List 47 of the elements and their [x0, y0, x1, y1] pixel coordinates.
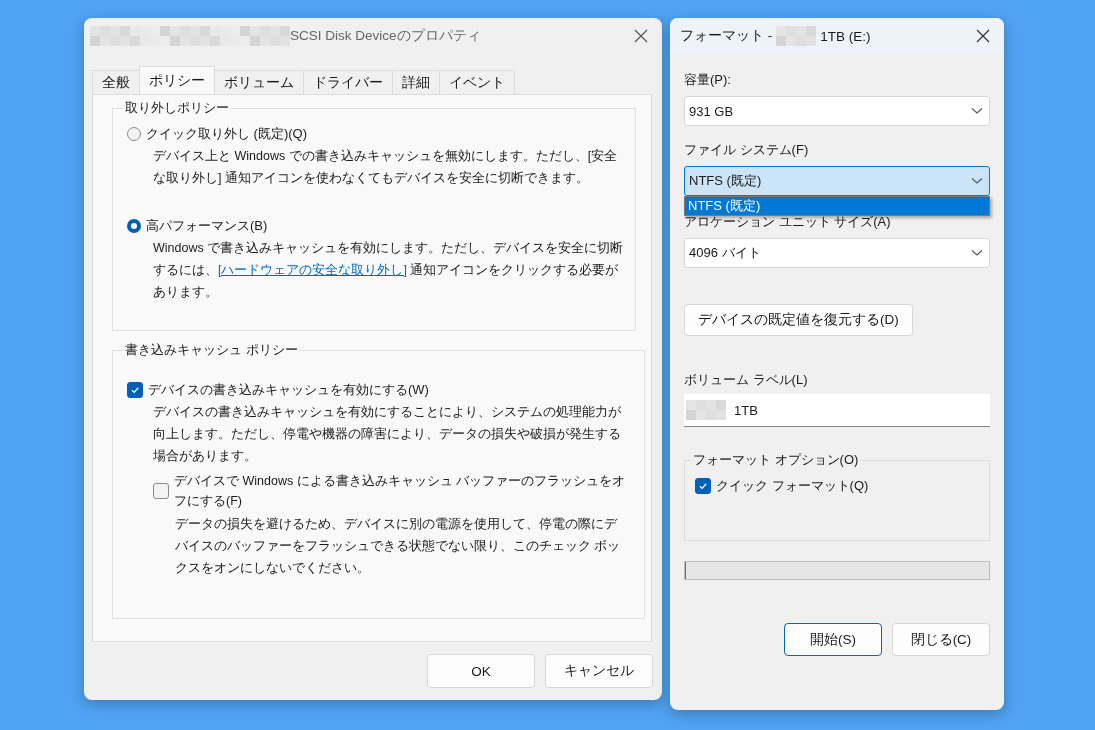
input-field[interactable]: 1TB — [684, 394, 990, 427]
radio-button[interactable] — [127, 219, 141, 233]
window-title: フォーマット - — [680, 27, 773, 45]
check-icon — [130, 385, 140, 395]
tab[interactable]: 全般 — [92, 70, 140, 94]
field-label: アロケーション ユニット サイズ(A) — [684, 213, 892, 231]
checkbox[interactable] — [127, 382, 143, 398]
field-label: ボリューム ラベル(L) — [684, 371, 809, 389]
restore-defaults-button[interactable]: デバイスの既定値を復元する(D) — [684, 304, 913, 336]
dialog-button[interactable]: 開始(S) — [784, 623, 882, 656]
dropdown[interactable]: NTFS (既定) — [684, 166, 990, 196]
dropdown-option[interactable]: NTFS (既定) — [685, 197, 989, 215]
window-title: SCSI Disk Deviceのプロパティ — [290, 27, 481, 45]
tab[interactable]: イベント — [439, 70, 515, 94]
group-legend: 書き込みキャッシュ ポリシー — [123, 341, 300, 359]
dropdown[interactable]: 4096 バイト — [684, 238, 990, 268]
radio-label: 高パフォーマンス(B) — [146, 217, 268, 235]
group-legend: フォーマット オプション(O) — [691, 451, 861, 469]
checkbox-label: クイック フォーマット(Q) — [716, 477, 869, 495]
description-text: Windows で書き込みキャッシュを有効にします。ただし、デバイスを安全に切断するには、[ハードウェアの安全な取り外し] 通知アイコンをクリックする必要があります。 — [153, 240, 625, 301]
radio-label: クイック取り外し (既定)(Q) — [146, 125, 308, 143]
chevron-down-icon — [971, 107, 983, 115]
radio-button[interactable] — [127, 127, 141, 141]
checkbox[interactable] — [695, 478, 711, 494]
pixelated-block — [776, 26, 817, 46]
link[interactable]: [ハードウェアの安全な取り外し] — [218, 263, 407, 277]
checkbox-label: デバイスの書き込みキャッシュを有効にする(W) — [148, 381, 429, 399]
group-legend: 取り外しポリシー — [123, 99, 231, 117]
check-icon — [698, 481, 708, 491]
description-text: データの損失を避けるため、デバイスに別の電源を使用して、停電の際にデバイスのバッファーをフラッシュできる状態でない限り、このチェック ボックスをオンにしないでください。 — [175, 516, 622, 577]
chevron-down-icon — [971, 177, 983, 185]
dropdown[interactable]: 931 GB — [684, 96, 990, 126]
pixelated-block — [686, 400, 726, 420]
chevron-down-icon — [971, 249, 983, 257]
description-text: デバイスの書き込みキャッシュを有効にすることにより、システムの処理能力が向上します。ただし、停電や機器の障害により、データの損失や破損が発生する場合があります。 — [153, 404, 622, 465]
dialog-button[interactable]: 閉じる(C) — [892, 623, 990, 656]
dialog-button[interactable]: キャンセル — [545, 654, 653, 688]
field-label: ファイル システム(F) — [684, 141, 810, 159]
field-label: 容量(P): — [684, 71, 732, 89]
tab[interactable]: ポリシー — [139, 66, 215, 94]
window-title: 1TB (E:) — [820, 28, 871, 44]
checkbox-label: デバイスで Windows による書き込みキャッシュ バッファーのフラッシュをオフにする(F) — [174, 473, 627, 510]
description-text: デバイス上と Windows での書き込みキャッシュを無効にします。ただし、[安全な取り外し] 通知アイコンを使わなくてもデバイスを安全に切断できます。 — [153, 148, 619, 187]
dialog-button[interactable]: OK — [427, 654, 535, 688]
checkbox[interactable] — [153, 483, 169, 499]
close-icon[interactable] — [634, 29, 648, 43]
close-icon[interactable] — [976, 29, 990, 43]
